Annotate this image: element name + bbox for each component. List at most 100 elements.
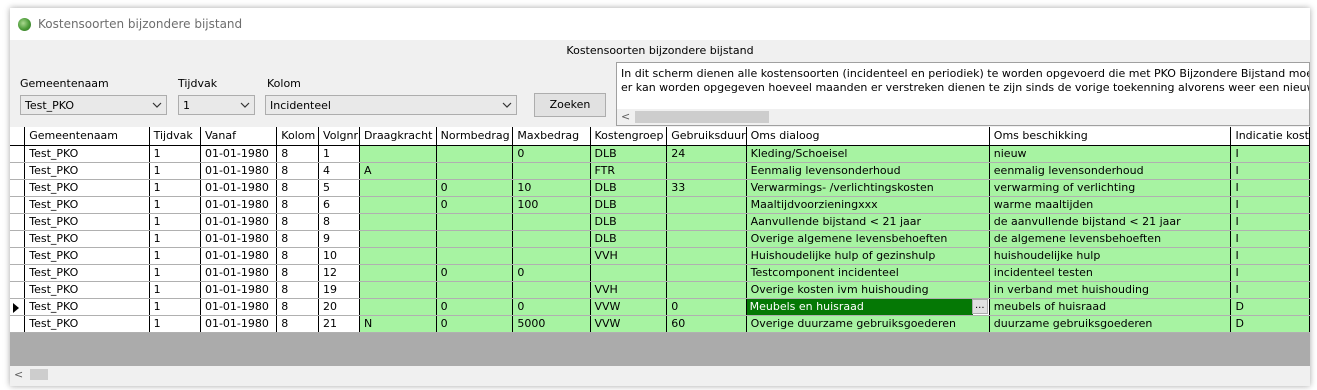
table-cell[interactable] <box>590 264 668 282</box>
table-row[interactable]: Test_PKO 1 01-01-1980 8 10 VVH Huishoudelijke … <box>10 247 1310 265</box>
table-cell[interactable]: Test_PKO <box>24 298 150 316</box>
table-cell[interactable] <box>359 230 437 248</box>
table-cell[interactable]: 01-01-1980 <box>200 196 278 214</box>
table-row[interactable]: Test_PKO 1 01-01-1980 8 5 0 10 DLB 33 Verwarmings… <box>10 179 1310 197</box>
table-cell[interactable]: 1 <box>149 281 201 299</box>
row-selector[interactable] <box>10 196 26 214</box>
table-cell[interactable]: I <box>1230 162 1310 180</box>
table-cell[interactable] <box>512 230 591 248</box>
table-cell[interactable]: I <box>1230 247 1310 265</box>
search-button[interactable]: Zoeken <box>534 93 606 117</box>
table-cell[interactable]: 8 <box>276 145 320 163</box>
row-selector[interactable] <box>10 315 26 333</box>
table-cell[interactable]: 0 <box>436 264 514 282</box>
table-cell[interactable]: 1 <box>149 315 201 333</box>
row-selector[interactable] <box>10 298 26 316</box>
table-cell[interactable]: I <box>1230 230 1310 248</box>
table-cell[interactable]: DLB <box>590 179 668 197</box>
column-header[interactable]: Normbedrag <box>436 127 514 146</box>
table-cell[interactable]: verwarming of verlichting <box>989 179 1232 197</box>
table-cell[interactable]: de algemene levensbehoeften <box>989 230 1232 248</box>
table-cell[interactable]: nieuw <box>989 145 1232 163</box>
table-cell[interactable] <box>436 247 514 265</box>
table-cell[interactable]: 01-01-1980 <box>200 145 278 163</box>
table-cell[interactable]: Test_PKO <box>24 230 150 248</box>
table-cell[interactable] <box>436 162 514 180</box>
table-cell[interactable]: Maaltijdvoorzieningxxx <box>746 196 990 214</box>
scroll-left-icon[interactable]: < <box>621 110 630 123</box>
table-cell[interactable]: 1 <box>149 162 201 180</box>
table-cell[interactable]: Test_PKO <box>24 264 150 282</box>
table-cell[interactable] <box>666 230 747 248</box>
table-cell[interactable] <box>359 298 437 316</box>
table-cell[interactable] <box>512 162 591 180</box>
row-selector[interactable] <box>10 145 26 163</box>
table-cell[interactable]: Kleding/Schoeisel <box>746 145 990 163</box>
table-cell[interactable]: I <box>1230 264 1310 282</box>
table-row[interactable]: Test_PKO 1 01-01-1980 8 6 0 100 DLB Maaltijdvoor… <box>10 196 1310 214</box>
table-cell[interactable]: 0 <box>436 179 514 197</box>
table-cell[interactable]: 8 <box>276 230 320 248</box>
table-cell[interactable]: 20 <box>318 298 360 316</box>
column-header[interactable]: Kolom <box>276 127 320 146</box>
table-cell[interactable]: Test_PKO <box>24 196 150 214</box>
table-cell[interactable]: D <box>1230 315 1310 333</box>
info-horizontal-scrollbar[interactable]: < <box>617 109 1309 125</box>
table-cell[interactable]: I <box>1230 179 1310 197</box>
table-cell[interactable]: 0 <box>512 145 591 163</box>
table-cell[interactable]: 01-01-1980 <box>200 230 278 248</box>
table-cell[interactable]: duurzame gebruiksgoederen <box>989 315 1232 333</box>
table-row[interactable]: Test_PKO 1 01-01-1980 8 21 N 0 5000 VVW 60 Overige… <box>10 315 1310 333</box>
table-cell[interactable]: 12 <box>318 264 360 282</box>
table-cell[interactable]: 1 <box>149 179 201 197</box>
table-cell[interactable]: Test_PKO <box>24 179 150 197</box>
ellipsis-button[interactable]: ... <box>971 298 988 314</box>
table-cell[interactable]: DLB <box>590 230 668 248</box>
table-cell[interactable]: 0 <box>436 298 514 316</box>
column-header[interactable]: Oms beschikking <box>989 127 1232 146</box>
grid-horizontal-scrollbar[interactable]: < <box>10 366 1310 383</box>
table-row[interactable]: Test_PKO 1 01-01-1980 8 8 DLB Aanvullende bijs… <box>10 213 1310 231</box>
column-header[interactable]: Indicatie kost <box>1230 127 1310 146</box>
table-cell[interactable] <box>359 281 437 299</box>
table-cell[interactable]: I <box>1230 145 1310 163</box>
column-header[interactable]: Vanaf <box>200 127 278 146</box>
table-cell[interactable]: 60 <box>666 315 747 333</box>
scrollbar-thumb[interactable] <box>635 111 769 123</box>
table-cell[interactable]: 01-01-1980 <box>200 213 278 231</box>
table-cell[interactable] <box>436 230 514 248</box>
table-cell[interactable] <box>359 179 437 197</box>
table-cell[interactable]: 33 <box>666 179 747 197</box>
row-selector[interactable] <box>10 230 26 248</box>
table-cell[interactable]: D <box>1230 298 1310 316</box>
column-header[interactable]: Tijdvak <box>149 127 201 146</box>
table-cell[interactable]: VVW <box>590 298 668 316</box>
column-header[interactable]: Kostengroep <box>590 127 668 146</box>
table-cell[interactable]: I <box>1230 213 1310 231</box>
table-cell[interactable]: 01-01-1980 <box>200 281 278 299</box>
table-cell[interactable]: 21 <box>318 315 360 333</box>
table-cell[interactable]: 1 <box>149 213 201 231</box>
scrollbar-thumb[interactable] <box>30 369 48 380</box>
table-cell[interactable]: 5000 <box>512 315 591 333</box>
table-row[interactable]: Test_PKO 1 01-01-1980 8 19 VVH Overige kosten … <box>10 281 1310 299</box>
row-selector[interactable] <box>10 264 26 282</box>
table-cell[interactable]: DLB <box>590 213 668 231</box>
table-cell[interactable]: 01-01-1980 <box>200 315 278 333</box>
table-cell[interactable]: 8 <box>276 264 320 282</box>
table-cell[interactable]: 01-01-1980 <box>200 298 278 316</box>
table-cell[interactable] <box>436 213 514 231</box>
row-header-corner[interactable] <box>10 127 26 146</box>
table-cell[interactable]: VVH <box>590 281 668 299</box>
table-cell[interactable]: 8 <box>276 213 320 231</box>
table-cell[interactable]: VVW <box>590 315 668 333</box>
table-cell[interactable] <box>436 281 514 299</box>
table-cell[interactable] <box>666 264 747 282</box>
table-cell[interactable]: Huishoudelijke hulp of gezinshulp <box>746 247 990 265</box>
kolom-select[interactable]: Incidenteel <box>265 95 517 115</box>
table-cell[interactable]: de aanvullende bijstand < 21 jaar <box>989 213 1232 231</box>
table-cell[interactable]: 01-01-1980 <box>200 247 278 265</box>
table-cell[interactable]: 24 <box>666 145 747 163</box>
table-cell[interactable]: 01-01-1980 <box>200 162 278 180</box>
table-cell[interactable] <box>512 247 591 265</box>
